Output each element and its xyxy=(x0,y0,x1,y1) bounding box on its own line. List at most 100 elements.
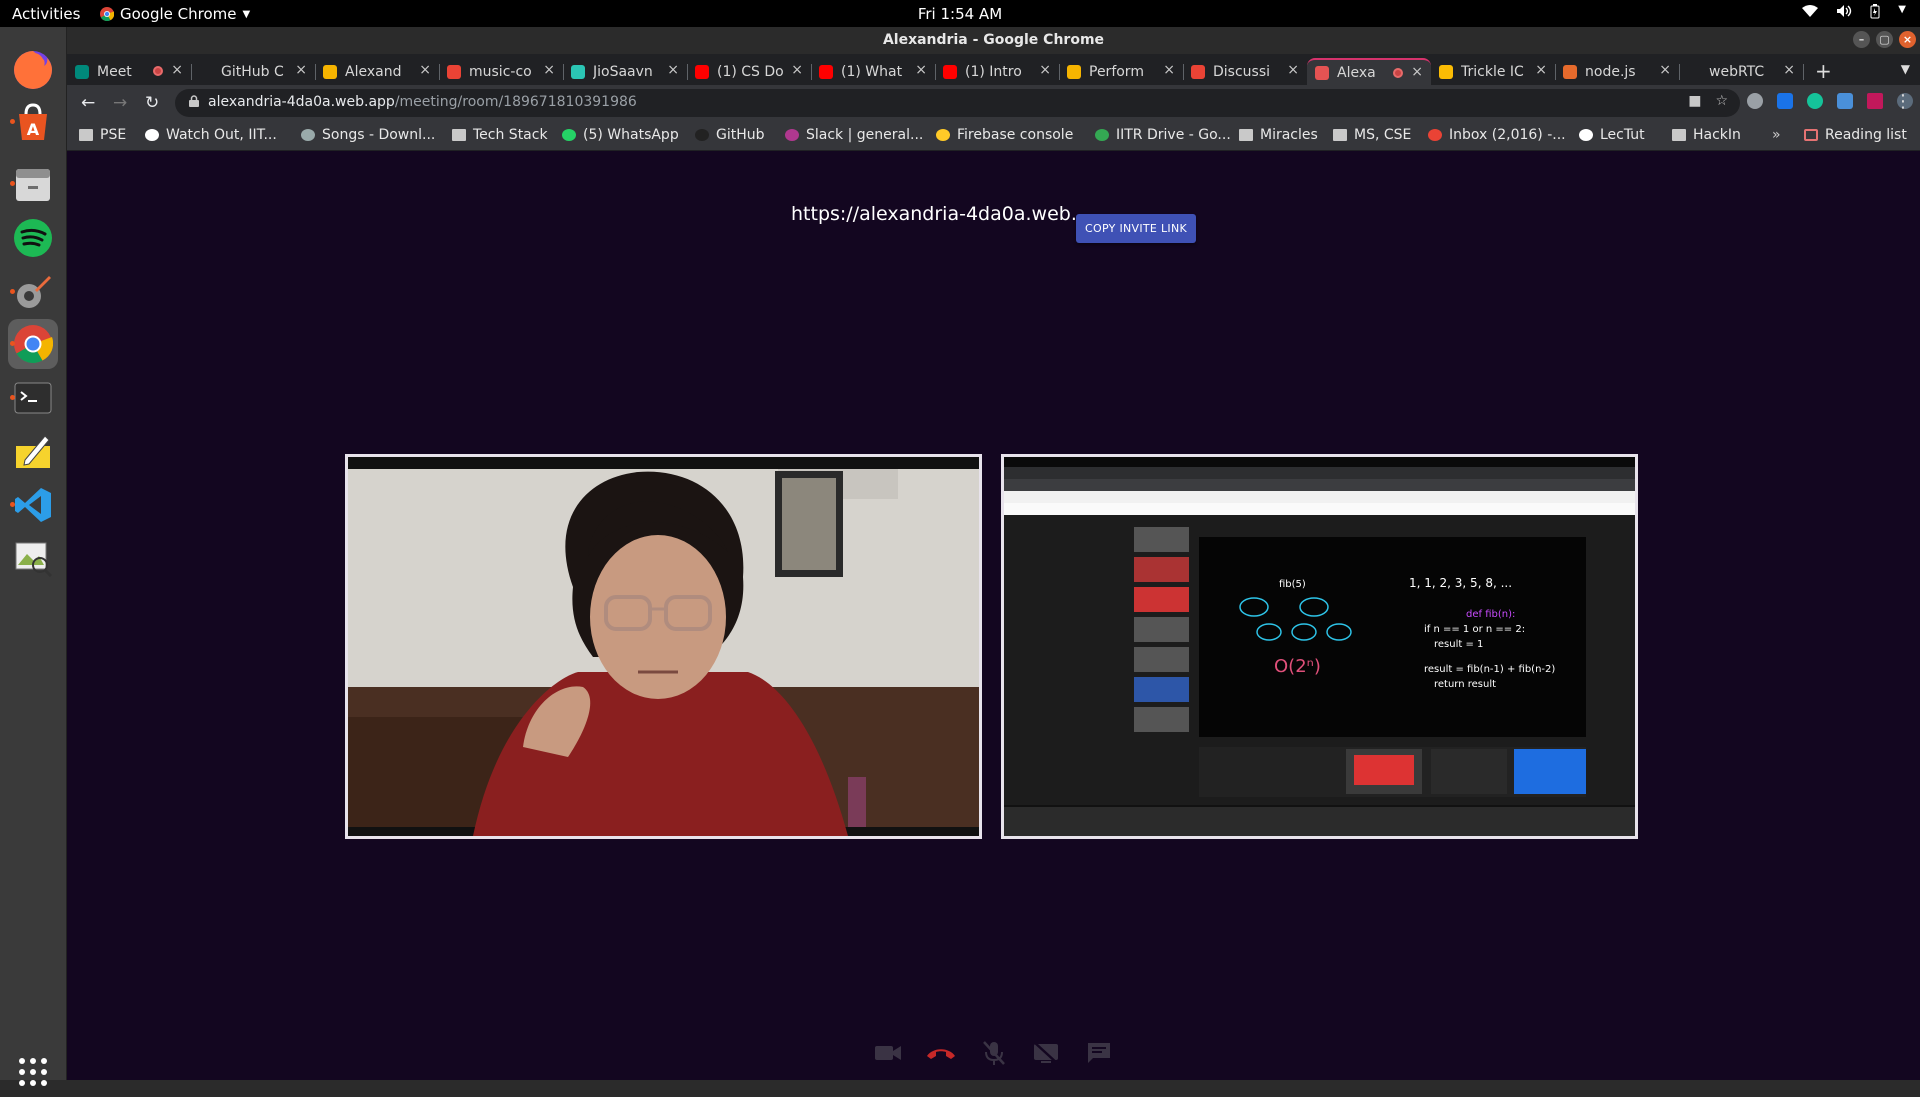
new-tab-button[interactable]: + xyxy=(1815,59,1832,83)
dock-software-center[interactable]: A xyxy=(8,97,58,147)
close-tab-icon[interactable]: × xyxy=(791,62,803,78)
tab[interactable]: (1) CS Do × xyxy=(687,58,811,85)
close-tab-icon[interactable]: × xyxy=(1411,64,1423,80)
bookmark-label: Tech Stack xyxy=(473,127,548,143)
bookmark-star-icon[interactable]: ☆ xyxy=(1715,93,1728,109)
tab[interactable]: JioSaavn × xyxy=(563,58,687,85)
close-tab-icon[interactable]: × xyxy=(1287,62,1299,78)
close-window-button[interactable]: × xyxy=(1899,31,1916,48)
reading-list-button[interactable]: Reading list xyxy=(1804,127,1907,143)
bookmarks-bar: PSE Watch Out, IIT... Songs - Downl... Tech… xyxy=(67,121,1920,151)
toggle-camera-button[interactable] xyxy=(872,1037,904,1069)
address-bar[interactable]: alexandria-4da0a.web.app/meeting/room/18… xyxy=(175,89,1740,117)
close-tab-icon[interactable]: × xyxy=(1659,62,1671,78)
system-tray[interactable]: ▼ xyxy=(1802,4,1906,19)
dock-image-viewer[interactable] xyxy=(8,532,58,582)
tab[interactable]: node.js × xyxy=(1555,58,1679,85)
firebase-icon xyxy=(936,129,950,141)
tab-favicon-icon xyxy=(819,64,833,79)
back-button[interactable]: ← xyxy=(81,93,95,113)
tab[interactable]: Discussi × xyxy=(1183,58,1307,85)
dock-terminal[interactable] xyxy=(8,373,58,423)
window-titlebar[interactable]: Alexandria - Google Chrome – ▢ × xyxy=(67,27,1920,54)
dock-text-editor[interactable] xyxy=(8,427,58,477)
dock-settings-tools[interactable] xyxy=(8,267,58,317)
local-video[interactable] xyxy=(345,454,982,839)
tab-strip: Meet × GitHub C × Alexand × music-co × JioSaavn ×… xyxy=(67,54,1920,85)
tab[interactable]: Trickle IC × xyxy=(1431,58,1555,85)
close-tab-icon[interactable]: × xyxy=(171,62,183,78)
toggle-screen-share-button[interactable] xyxy=(1030,1037,1062,1069)
extension-icon[interactable] xyxy=(1777,93,1793,109)
extension-icon[interactable] xyxy=(1837,93,1853,109)
chrome-menu-icon[interactable]: ⋮ xyxy=(1894,91,1912,112)
dock-app-grid[interactable] xyxy=(8,1047,58,1097)
dock-spotify[interactable] xyxy=(8,213,58,263)
bookmark-item[interactable]: LecTut xyxy=(1579,127,1645,143)
bookmark-item[interactable]: Miracles xyxy=(1239,127,1318,143)
close-tab-icon[interactable]: × xyxy=(1163,62,1175,78)
bookmark-item[interactable]: GitHub xyxy=(695,127,765,143)
bookmark-label: Firebase console xyxy=(957,127,1074,143)
files-icon xyxy=(16,169,50,201)
camera-in-use-icon[interactable]: ■ xyxy=(1688,93,1701,109)
dock: A xyxy=(0,27,67,1086)
bookmark-item[interactable]: Inbox (2,016) -... xyxy=(1428,127,1566,143)
bookmark-label: Songs - Downl... xyxy=(322,127,436,143)
dock-files[interactable] xyxy=(8,159,58,209)
bookmark-item[interactable]: Firebase console xyxy=(936,127,1073,143)
dock-chrome[interactable] xyxy=(8,319,58,369)
tab[interactable]: music-co × xyxy=(439,58,563,85)
bookmark-item[interactable]: HackIn xyxy=(1672,127,1741,143)
dock-vscode[interactable] xyxy=(8,480,58,530)
tab[interactable]: GitHub C × xyxy=(191,58,315,85)
close-tab-icon[interactable]: × xyxy=(1039,62,1051,78)
activities-button[interactable]: Activities xyxy=(12,5,80,23)
tab-favicon-icon xyxy=(1439,64,1453,79)
reload-button[interactable]: ↻ xyxy=(145,93,159,113)
forward-button[interactable]: → xyxy=(113,93,127,113)
dock-firefox[interactable] xyxy=(8,45,58,95)
toggle-mic-button[interactable] xyxy=(978,1037,1010,1069)
bookmark-item[interactable]: Watch Out, IIT... xyxy=(145,127,277,143)
running-indicator xyxy=(10,181,15,186)
bookmark-item[interactable]: Slack | general... xyxy=(785,127,923,143)
clock[interactable]: Fri 1:54 AM xyxy=(918,5,1002,23)
close-tab-icon[interactable]: × xyxy=(295,62,307,78)
maximize-button[interactable]: ▢ xyxy=(1876,31,1893,48)
close-tab-icon[interactable]: × xyxy=(1535,62,1547,78)
close-tab-icon[interactable]: × xyxy=(543,62,555,78)
tab-favicon-icon xyxy=(943,64,957,79)
end-call-button[interactable] xyxy=(925,1037,957,1069)
grammarly-icon[interactable] xyxy=(1807,93,1823,109)
close-tab-icon[interactable]: × xyxy=(419,62,431,78)
tab[interactable]: webRTC × xyxy=(1679,58,1803,85)
bookmarks-overflow-button[interactable]: » xyxy=(1772,127,1781,143)
copy-invite-link-button[interactable]: COPY INVITE LINK xyxy=(1076,214,1196,243)
close-tab-icon[interactable]: × xyxy=(915,62,927,78)
minimize-button[interactable]: – xyxy=(1853,31,1870,48)
chat-button[interactable] xyxy=(1083,1037,1115,1069)
extension-icon[interactable] xyxy=(1747,93,1763,109)
bookmark-item[interactable]: MS, CSE xyxy=(1333,127,1411,143)
bookmark-item[interactable]: IITR Drive - Go... xyxy=(1095,127,1231,143)
tab[interactable]: Alexand × xyxy=(315,58,439,85)
close-tab-icon[interactable]: × xyxy=(667,62,679,78)
tab-search-icon[interactable]: ▼ xyxy=(1901,62,1910,76)
tab[interactable]: Meet × xyxy=(67,58,191,85)
extensions-puzzle-icon[interactable] xyxy=(1867,93,1883,109)
close-tab-icon[interactable]: × xyxy=(1783,62,1795,78)
text-editor-icon xyxy=(16,435,50,468)
bookmark-item[interactable]: Tech Stack xyxy=(452,127,548,143)
tab-favicon-icon xyxy=(199,64,213,79)
tab[interactable]: Alexa × xyxy=(1307,58,1431,85)
bookmark-item[interactable]: PSE xyxy=(79,127,126,143)
tab[interactable]: (1) What × xyxy=(811,58,935,85)
bookmark-item[interactable]: Songs - Downl... xyxy=(301,127,435,143)
bookmark-item[interactable]: (5) WhatsApp xyxy=(562,127,679,143)
app-menu[interactable]: Google Chrome ▼ xyxy=(100,5,250,23)
chrome-window: Alexandria - Google Chrome – ▢ × Meet × Gi… xyxy=(67,27,1920,1080)
remote-screen-share-video[interactable]: 1, 1, 2, 3, 5, 8, ... if n == 1 or n == … xyxy=(1001,454,1638,839)
tab[interactable]: Perform × xyxy=(1059,58,1183,85)
tab[interactable]: (1) Intro × xyxy=(935,58,1059,85)
